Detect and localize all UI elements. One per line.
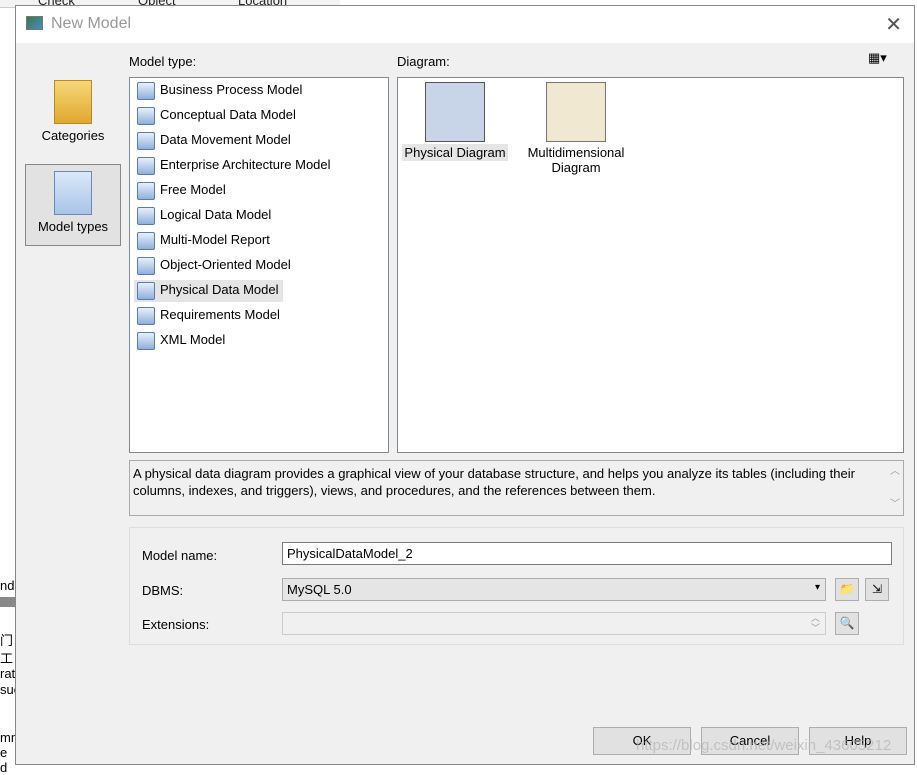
bg-bar: [0, 597, 16, 607]
folder-icon: 📁: [839, 582, 855, 596]
diagram-item-selected[interactable]: Physical Diagram: [400, 82, 510, 161]
select-extensions-button[interactable]: 🔍: [835, 612, 859, 635]
app-icon: [26, 16, 43, 30]
ok-button[interactable]: OK: [593, 727, 691, 755]
dialog-title: New Model: [51, 15, 132, 32]
browse-dbms-button[interactable]: 📁: [835, 578, 859, 601]
report-icon: [137, 232, 155, 250]
diagram-label: Diagram:: [397, 54, 450, 69]
diagram-item[interactable]: Multidimensional Diagram: [521, 82, 631, 175]
scroll-up-icon[interactable]: ︿: [890, 463, 900, 480]
free-model-icon: [137, 182, 155, 200]
enterprise-architecture-icon: [137, 157, 155, 175]
item-label: Free Model: [160, 182, 226, 197]
xml-icon: [137, 332, 155, 350]
bg-text: e d: [0, 745, 8, 775]
description-text: A physical data diagram provides a graph…: [133, 466, 855, 498]
model-type-item[interactable]: Business Process Model: [134, 80, 306, 102]
item-label: XML Model: [160, 332, 226, 347]
object-oriented-icon: [137, 257, 155, 275]
model-type-item[interactable]: XML Model: [134, 330, 229, 352]
model-type-item[interactable]: Requirements Model: [134, 305, 284, 327]
help-button[interactable]: Help: [809, 727, 907, 755]
import-icon: ⇲: [871, 582, 883, 596]
category-label: Model types: [37, 219, 109, 234]
physical-data-icon: [137, 282, 155, 300]
model-type-item[interactable]: Multi-Model Report: [134, 230, 274, 252]
model-type-item[interactable]: Object-Oriented Model: [134, 255, 295, 277]
description-box: A physical data diagram provides a graph…: [129, 460, 904, 516]
dbms-value: MySQL 5.0: [287, 582, 352, 597]
requirements-icon: [137, 307, 155, 325]
item-label: Multi-Model Report: [160, 232, 270, 247]
diagram-list[interactable]: Physical Diagram Multidimensional Diagra…: [397, 77, 904, 453]
data-movement-icon: [137, 132, 155, 150]
item-label: Object-Oriented Model: [160, 257, 291, 272]
conceptual-icon: [137, 107, 155, 125]
item-label: Business Process Model: [160, 82, 303, 97]
extensions-label: Extensions:: [142, 617, 210, 632]
folder-icon: [54, 80, 92, 124]
item-label: Data Movement Model: [160, 132, 291, 147]
item-label: Requirements Model: [160, 307, 280, 322]
dbms-label: DBMS:: [142, 583, 184, 598]
model-type-label: Model type:: [129, 54, 197, 69]
category-categories[interactable]: Categories: [25, 74, 121, 156]
import-dbms-button[interactable]: ⇲: [865, 578, 889, 601]
item-label: Enterprise Architecture Model: [160, 157, 331, 172]
bg-text: nd: [0, 578, 15, 593]
diagram-item-label: Physical Diagram: [402, 144, 508, 161]
background-window: nd 门 工 rati suc mm e d: [0, 575, 22, 775]
business-process-icon: [137, 82, 155, 100]
model-name-input[interactable]: PhysicalDataModel_2: [282, 542, 892, 565]
scroll-down-icon[interactable]: ﹀: [890, 496, 900, 513]
spin-icon: ︿ ﹀: [810, 613, 820, 633]
model-type-item[interactable]: Conceptual Data Model: [134, 105, 300, 127]
logical-data-icon: [137, 207, 155, 225]
new-model-dialog: New Model ✕ Categories Model types Model…: [15, 5, 915, 765]
view-grid-icon[interactable]: ▦▾: [868, 50, 887, 66]
search-icon: 🔍: [839, 616, 855, 630]
cancel-button[interactable]: Cancel: [701, 727, 799, 755]
model-type-item[interactable]: Logical Data Model: [134, 205, 275, 227]
bg-text: 工: [0, 651, 14, 666]
multidimensional-diagram-icon: [546, 82, 606, 142]
category-label: Categories: [41, 128, 105, 143]
item-label: Physical Data Model: [160, 282, 279, 297]
model-type-item[interactable]: Free Model: [134, 180, 230, 202]
bg-text: 门: [0, 633, 14, 648]
physical-diagram-icon: [425, 82, 485, 142]
title-bar: New Model ✕: [16, 6, 914, 43]
item-label: Logical Data Model: [160, 207, 272, 222]
model-name-label: Model name:: [142, 548, 218, 563]
chevron-down-icon: ▾: [814, 582, 820, 593]
dbms-select[interactable]: MySQL 5.0 ▾: [282, 578, 826, 601]
extensions-field[interactable]: ︿ ﹀: [282, 612, 826, 635]
model-type-list[interactable]: Business Process Model Conceptual Data M…: [129, 77, 389, 453]
model-settings: Model name: PhysicalDataModel_2 DBMS: My…: [129, 527, 904, 645]
category-model-types[interactable]: Model types: [25, 164, 121, 246]
model-types-icon: [54, 171, 92, 215]
diagram-item-label: Multidimensional Diagram: [527, 145, 625, 175]
item-label: Conceptual Data Model: [160, 107, 296, 122]
model-type-item[interactable]: Data Movement Model: [134, 130, 295, 152]
close-button[interactable]: ✕: [885, 12, 902, 37]
model-type-item-selected[interactable]: Physical Data Model: [134, 280, 283, 302]
model-type-item[interactable]: Enterprise Architecture Model: [134, 155, 335, 177]
